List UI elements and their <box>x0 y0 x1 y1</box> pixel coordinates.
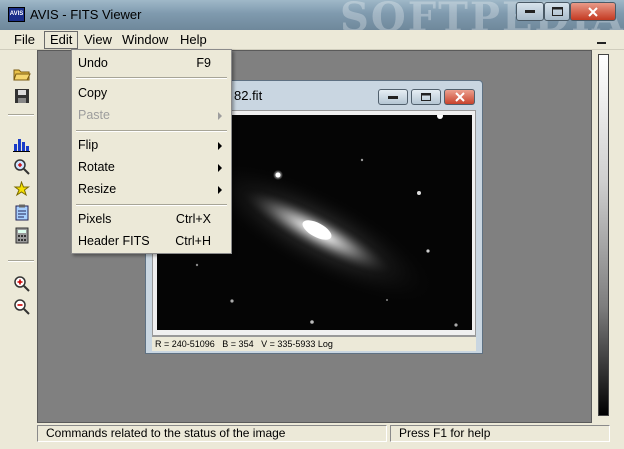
save-button[interactable] <box>12 86 31 105</box>
mdi-minimize-icon[interactable] <box>596 34 608 46</box>
toolbar-separator <box>8 114 34 116</box>
menu-item-label: Undo <box>78 56 108 70</box>
menu-item-label: Flip <box>78 138 99 152</box>
close-icon <box>588 6 598 17</box>
child-minimize-button[interactable] <box>378 89 408 105</box>
child-maximize-button[interactable] <box>411 89 441 105</box>
zoom-in-icon <box>14 276 30 292</box>
histogram-button[interactable] <box>12 134 31 153</box>
menu-file[interactable]: File <box>9 31 40 49</box>
toolbar-separator <box>8 260 34 262</box>
app-window: SOFTPEDIA AVIS AVIS - FITS Viewer File E… <box>0 0 624 449</box>
submenu-arrow-icon <box>218 164 222 172</box>
minimize-button[interactable] <box>516 2 544 21</box>
menu-item-label: Pixels <box>78 212 112 226</box>
menu-item-flip[interactable]: Flip <box>72 134 231 156</box>
zoom-out-icon <box>14 299 30 315</box>
menu-item-resize[interactable]: Resize <box>72 178 231 200</box>
menu-separator <box>76 204 227 206</box>
menu-item-undo[interactable]: Undo F9 <box>72 52 231 74</box>
close-icon <box>454 92 465 102</box>
menu-item-shortcut: F9 <box>196 56 211 70</box>
calculator-button[interactable] <box>12 226 31 245</box>
menu-item-shortcut: Ctrl+H <box>175 234 211 248</box>
menu-separator <box>76 130 227 132</box>
app-icon[interactable]: AVIS <box>8 7 25 22</box>
menu-bar: File Edit View Window Help <box>0 30 624 50</box>
submenu-arrow-icon <box>218 186 222 194</box>
menu-item-copy[interactable]: Copy <box>72 82 231 104</box>
child-status-bar: R = 240-51096 B = 354 V = 335-5933 Log <box>152 336 476 351</box>
status-help: Press F1 for help <box>390 425 610 442</box>
status-message: Commands related to the status of the im… <box>37 425 387 442</box>
menu-edit[interactable]: Edit <box>44 31 79 49</box>
minimize-icon <box>525 9 535 13</box>
zoom-scan-button[interactable] <box>12 157 31 176</box>
save-disk-icon <box>14 88 29 103</box>
star-button[interactable] <box>12 180 31 199</box>
minimize-icon <box>388 95 398 99</box>
submenu-arrow-icon <box>218 142 222 150</box>
grayscale-gradient-bar[interactable] <box>598 54 609 416</box>
child-close-button[interactable] <box>444 89 475 105</box>
menu-window[interactable]: Window <box>117 31 173 49</box>
child-window-title: 82.fit <box>234 88 263 103</box>
clipboard-icon <box>15 204 28 221</box>
submenu-arrow-icon <box>218 112 222 120</box>
zoom-out-button[interactable] <box>12 297 31 316</box>
clipboard-button[interactable] <box>12 203 31 222</box>
menu-item-label: Header FITS <box>78 234 150 248</box>
menu-item-label: Rotate <box>78 160 115 174</box>
menu-item-paste: Paste <box>72 104 231 126</box>
window-title: AVIS - FITS Viewer <box>30 7 142 22</box>
restore-icon <box>551 7 563 16</box>
open-folder-icon <box>12 69 31 80</box>
menu-item-label: Resize <box>78 182 117 196</box>
calculator-icon <box>15 227 28 244</box>
close-button[interactable] <box>570 2 616 21</box>
menu-item-label: Copy <box>78 86 108 100</box>
menu-separator <box>76 77 227 79</box>
star-icon <box>13 181 30 197</box>
maximize-icon <box>421 93 431 101</box>
open-button[interactable] <box>12 64 31 83</box>
menu-view[interactable]: View <box>79 31 117 49</box>
histogram-icon <box>13 138 30 152</box>
title-bar[interactable]: SOFTPEDIA AVIS AVIS - FITS Viewer <box>0 0 624 41</box>
zoom-in-button[interactable] <box>12 274 31 293</box>
status-bar: Commands related to the status of the im… <box>0 423 624 449</box>
menu-help[interactable]: Help <box>175 31 212 49</box>
menu-item-label: Paste <box>78 108 110 122</box>
menu-item-shortcut: Ctrl+X <box>175 212 211 226</box>
maximize-button[interactable] <box>544 2 570 21</box>
edit-menu-dropdown: Undo F9 Copy Paste Flip Rotate Resize Pi… <box>71 49 232 254</box>
menu-item-header-fits[interactable]: Header FITS Ctrl+H <box>72 230 231 252</box>
left-toolbar <box>0 50 37 423</box>
menu-item-pixels[interactable]: Pixels Ctrl+X <box>72 208 231 230</box>
zoom-scan-icon <box>14 159 30 175</box>
menu-item-rotate[interactable]: Rotate <box>72 156 231 178</box>
